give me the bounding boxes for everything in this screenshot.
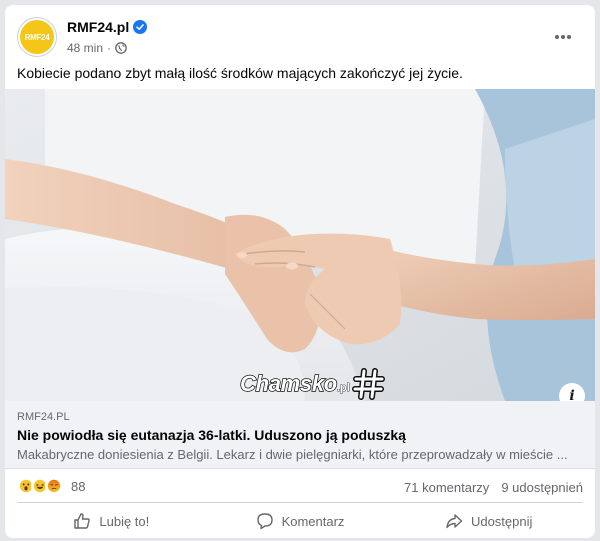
- like-icon: [74, 513, 91, 529]
- link-domain: RMF24.PL: [17, 411, 70, 423]
- angry-reaction-icon: [45, 477, 63, 495]
- comments-count-link[interactable]: 71 komentarzy: [404, 480, 489, 495]
- info-icon: i: [569, 388, 575, 401]
- link-preview[interactable]: RMF24.PL Nie powiodła się eutanazja 36-l…: [5, 401, 595, 469]
- share-label: Udostępnij: [470, 513, 533, 529]
- avatar-logo: RMF24: [20, 20, 54, 54]
- page-name-link[interactable]: RMF24.pl: [67, 19, 129, 35]
- post-image[interactable]: Chamsko .pl i: [5, 89, 595, 401]
- like-label: Lubię to!: [99, 513, 150, 529]
- hands-photo: [5, 89, 595, 401]
- actions-divider: [17, 502, 583, 503]
- post-meta: 48 min ·: [67, 41, 127, 55]
- post-card: RMF24 RMF24.pl 48 min · Kobiecie podano …: [5, 5, 595, 538]
- like-button[interactable]: Lubię to!: [17, 504, 206, 538]
- post-stats: 88 71 komentarzy 9 udostępnień: [17, 475, 583, 499]
- chamsko-watermark: Chamsko .pl: [239, 365, 386, 401]
- reactions-summary[interactable]: 88: [17, 477, 85, 495]
- share-icon: [446, 514, 463, 529]
- more-options-button[interactable]: [549, 23, 577, 51]
- engagement-counts: 71 komentarzy 9 udostępnień: [404, 480, 583, 495]
- watermark-text: Chamsko: [239, 370, 338, 397]
- share-button[interactable]: Udostępnij: [394, 504, 583, 538]
- comment-button[interactable]: Komentarz: [206, 504, 395, 538]
- comment-label: Komentarz: [281, 513, 345, 529]
- reaction-count: 88: [71, 478, 86, 494]
- shares-count-link[interactable]: 9 udostępnień: [501, 480, 583, 495]
- hashtag-logo-icon: [351, 368, 385, 400]
- link-title[interactable]: Nie powiodła się eutanazja 36-latki. Udu…: [17, 427, 406, 443]
- post-header: RMF24 RMF24.pl 48 min ·: [17, 17, 583, 59]
- post-actions: Lubię to! Komentarz Udostępnij: [17, 504, 583, 538]
- globe-icon[interactable]: [115, 42, 127, 54]
- link-description: Makabryczne doniesienia z Belgii. Lekarz…: [17, 447, 568, 462]
- more-options-icon: [555, 35, 571, 39]
- post-time-link[interactable]: 48 min: [67, 41, 103, 55]
- post-text: Kobiecie podano zbyt małą ilość środków …: [17, 65, 463, 81]
- verified-badge-icon: [133, 20, 147, 34]
- meta-separator: ·: [107, 41, 112, 55]
- avatar[interactable]: RMF24: [17, 17, 57, 57]
- watermark-suffix: .pl: [336, 382, 351, 395]
- comment-icon: [256, 513, 273, 530]
